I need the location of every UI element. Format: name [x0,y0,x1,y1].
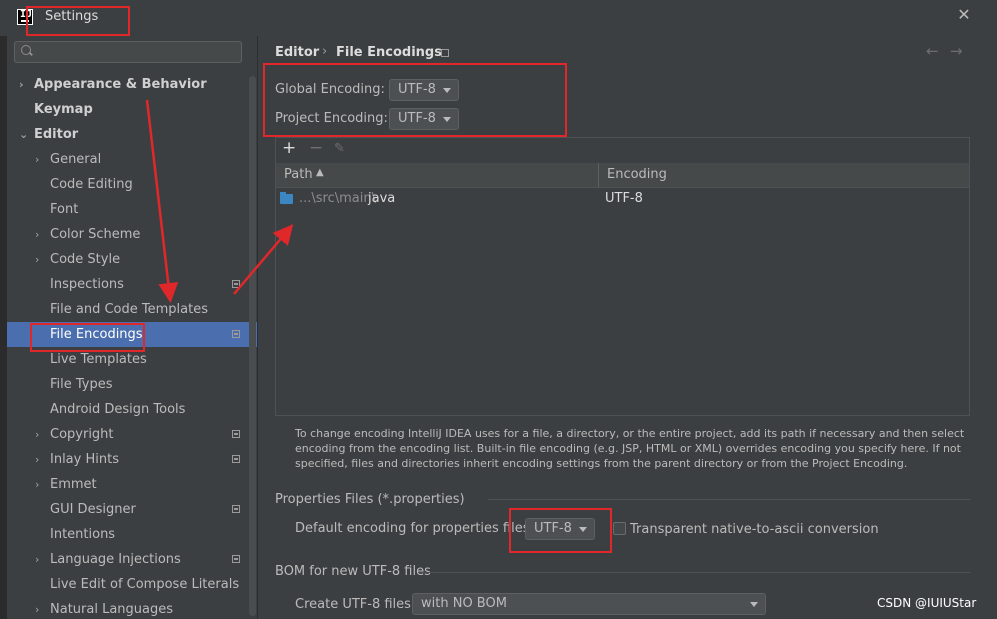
arrow-right-annotation [233,224,294,295]
watermark: CSDN @IUIUStar [877,596,977,610]
arrow-down-annotation [145,99,179,303]
annotation-arrows [145,99,294,303]
